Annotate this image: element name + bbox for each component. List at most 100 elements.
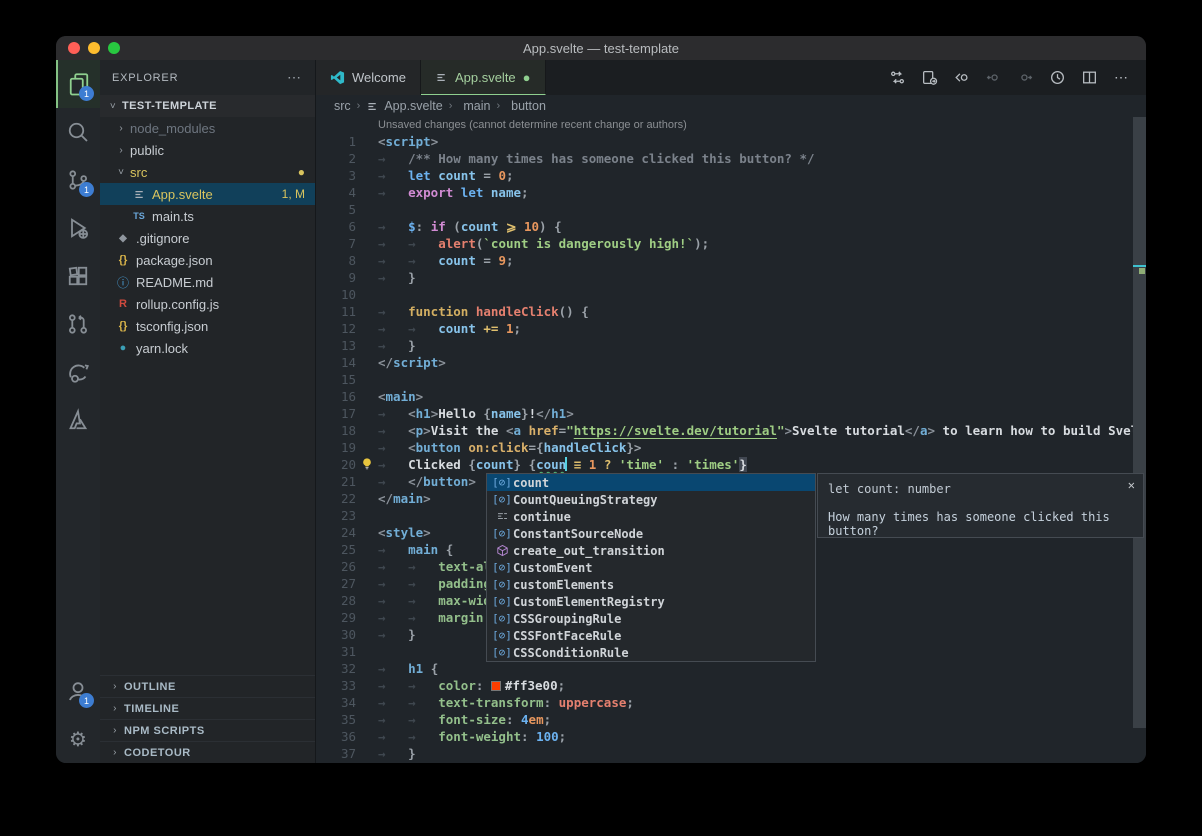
go-back-icon[interactable] (949, 65, 974, 90)
sidebar-section-outline[interactable]: ›OUTLINE (100, 675, 315, 697)
code-line: 7→ → alert(`count is dangerously high!`)… (316, 235, 1146, 252)
activity-live-share[interactable] (56, 348, 100, 396)
suggest-label: CSSFontFaceRule (513, 629, 621, 643)
file-tree-item-rollup-config-js[interactable]: Rrollup.config.js (100, 293, 315, 315)
next-change-icon[interactable] (1013, 65, 1038, 90)
split-editor-icon[interactable] (1077, 65, 1102, 90)
breadcrumb-item-app-svelte[interactable]: App.svelte (366, 99, 442, 113)
suggest-item-customevent[interactable]: [⊘]CustomEvent (487, 559, 815, 576)
file-tree-item-main-ts[interactable]: TSmain.ts (100, 205, 315, 227)
code-editor[interactable]: Unsaved changes (cannot determine recent… (316, 117, 1146, 763)
symbol-field-icon: [⊘] (491, 527, 513, 540)
line-content: → <button on:click={handleClick}> (356, 439, 641, 456)
file-tree-item-package-json[interactable]: {}package.json (100, 249, 315, 271)
line-content (356, 507, 378, 524)
line-number: 5 (316, 201, 356, 218)
suggest-item-cssgroupingrule[interactable]: [⊘]CSSGroupingRule (487, 610, 815, 627)
line-content: → main { (356, 541, 453, 558)
breadcrumb-label: main (463, 99, 490, 113)
more-actions-icon[interactable]: ⋯ (1109, 65, 1134, 90)
suggest-item-customelementregistry[interactable]: [⊘]CustomElementRegistry (487, 593, 815, 610)
sidebar-section-codetour[interactable]: ›CODETOUR (100, 741, 315, 763)
compare-changes-icon[interactable] (885, 65, 910, 90)
suggest-item-cssfontfacerule[interactable]: [⊘]CSSFontFaceRule (487, 627, 815, 644)
info-icon: ⓘ (114, 274, 132, 291)
line-content: → → count += 1; (356, 320, 521, 337)
activity-github-pr[interactable] (56, 300, 100, 348)
title-bar[interactable]: App.svelte — test-template (56, 36, 1146, 60)
close-icon[interactable]: ✕ (1128, 478, 1135, 492)
chevron-right-icon: › (108, 703, 122, 714)
code-line: 10 (316, 286, 1146, 303)
activity-extensions[interactable] (56, 252, 100, 300)
file-label: src (130, 165, 147, 180)
file-tree-item-src[interactable]: ˅src● (100, 161, 315, 183)
line-number: 8 (316, 252, 356, 269)
suggest-item-continue[interactable]: continue (487, 508, 815, 525)
line-content: → function handleClick() { (356, 303, 589, 320)
chevron-right-icon: › (108, 725, 122, 736)
activity-search[interactable] (56, 108, 100, 156)
code-line: 12→ → count += 1; (316, 320, 1146, 337)
code-line: 11→ function handleClick() { (316, 303, 1146, 320)
workspace-root-folder[interactable]: ˅ TEST-TEMPLATE (100, 95, 315, 117)
line-content: → $: if (count ⩾ 10) { (356, 218, 562, 235)
suggest-item-count[interactable]: [⊘]count (487, 474, 815, 491)
open-changes-icon[interactable] (917, 65, 942, 90)
code-line: 18→ <p>Visit the <a href="https://svelte… (316, 422, 1146, 439)
suggest-label: ConstantSourceNode (513, 527, 643, 541)
suggest-label: count (513, 476, 549, 490)
suggest-label: create_out_transition (513, 544, 665, 558)
suggest-item-countqueuingstrategy[interactable]: [⊘]CountQueuingStrategy (487, 491, 815, 508)
badge: 1 (79, 182, 94, 197)
file-tree-item-yarn-lock[interactable]: ●yarn.lock (100, 337, 315, 359)
line-content: </script> (356, 354, 446, 371)
file-tree-item-tsconfig-json[interactable]: {}tsconfig.json (100, 315, 315, 337)
symbol-field-icon: [⊘] (491, 612, 513, 625)
line-number: 10 (316, 286, 356, 303)
explorer-more-actions-icon[interactable]: ⋯ (287, 69, 303, 86)
yarn-icon: ● (114, 342, 132, 354)
line-number: 4 (316, 184, 356, 201)
activity-source-control[interactable]: 1 (56, 156, 100, 204)
breadcrumb-item-src[interactable]: src (334, 99, 351, 113)
tab-app-svelte[interactable]: App.svelte● (421, 60, 546, 95)
file-tree-item-node-modules[interactable]: ›node_modules (100, 117, 315, 139)
suggest-item-customelements[interactable]: [⊘]customElements (487, 576, 815, 593)
symbol-field-icon: [⊘] (491, 629, 513, 642)
badge: 1 (79, 693, 94, 708)
debug-icon (66, 216, 90, 240)
sidebar-section-npm-scripts[interactable]: ›NPM SCRIPTS (100, 719, 315, 741)
overview-ruler-cursor-mark (1133, 265, 1146, 267)
suggest-label: continue (513, 510, 571, 524)
line-number: 23 (316, 507, 356, 524)
file-tree-item--gitignore[interactable]: ◆.gitignore (100, 227, 315, 249)
suggest-item-constantsourcenode[interactable]: [⊘]ConstantSourceNode (487, 525, 815, 542)
suggest-label: CustomElementRegistry (513, 595, 665, 609)
sidebar-section-timeline[interactable]: ›TIMELINE (100, 697, 315, 719)
breadcrumb[interactable]: src›App.svelte›main›button (316, 95, 1146, 117)
activity-accounts[interactable]: 1 (56, 667, 100, 715)
breadcrumb-item-button[interactable]: button (506, 99, 546, 113)
suggest-item-cssconditionrule[interactable]: [⊘]CSSConditionRule (487, 644, 815, 661)
line-content: → Clicked {count} {coun ≡ 1 ? 'time' : '… (356, 456, 747, 473)
editor-scrollbar[interactable] (1133, 117, 1146, 728)
file-tree-item-app-svelte[interactable]: App.svelte1, M (100, 183, 315, 205)
suggest-item-create_out_transition[interactable]: create_out_transition (487, 542, 815, 559)
breadcrumb-item-main[interactable]: main (458, 99, 490, 113)
activity-run-debug[interactable] (56, 204, 100, 252)
activity-azure[interactable] (56, 396, 100, 444)
activity-explorer[interactable]: 1 (56, 60, 100, 108)
line-number: 30 (316, 626, 356, 643)
file-tree-item-readme-md[interactable]: ⓘREADME.md (100, 271, 315, 293)
tab-welcome[interactable]: Welcome (316, 60, 421, 95)
line-content: → h1 { (356, 660, 438, 677)
history-icon[interactable] (1045, 65, 1070, 90)
breadcrumb-separator-icon: › (356, 100, 362, 112)
code-line: 4→ export let name; (316, 184, 1146, 201)
line-number: 21 (316, 473, 356, 490)
file-tree-item-public[interactable]: ›public (100, 139, 315, 161)
previous-change-icon[interactable] (981, 65, 1006, 90)
line-content (356, 286, 378, 303)
activity-settings[interactable]: ⚙ (56, 715, 100, 763)
